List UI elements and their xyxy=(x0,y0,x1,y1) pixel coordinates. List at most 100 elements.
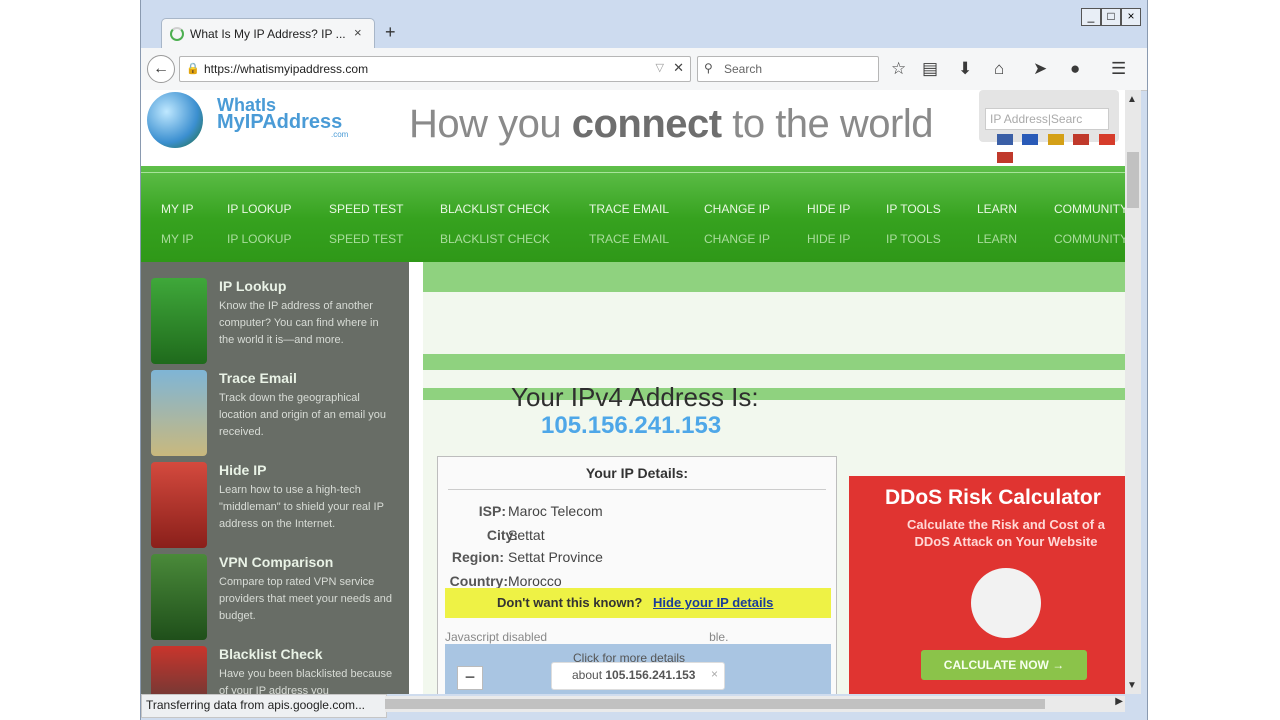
stripe xyxy=(423,262,1125,292)
menu-ghost-trace-email: TRACE EMAIL xyxy=(589,232,670,246)
ddos-ad[interactable]: DDoS Risk Calculator Calculate the Risk … xyxy=(849,476,1125,694)
main-menu: MY IP IP LOOKUP SPEED TEST BLACKLIST CHE… xyxy=(141,166,1125,262)
hscroll-thumb[interactable] xyxy=(385,699,1045,709)
tooltip-close-icon[interactable]: × xyxy=(711,667,718,681)
tagline: How you connect to the world xyxy=(409,102,934,147)
sidebar-item-title: VPN Comparison xyxy=(219,554,334,570)
url-bar[interactable]: 🔒 https://whatismyipaddress.com ▽ ✕ xyxy=(179,56,691,82)
home-icon[interactable]: ⌂ xyxy=(994,59,1004,79)
js-disabled-text: Javascript disabled ble. xyxy=(445,630,728,644)
back-button[interactable]: ← xyxy=(147,55,175,83)
flag-icon[interactable] xyxy=(1073,134,1090,145)
region-key: Region: xyxy=(451,549,504,565)
menu-community[interactable]: COMMUNITY xyxy=(1054,202,1125,216)
stop-icon[interactable]: ✕ xyxy=(673,60,684,76)
new-tab-button[interactable]: + xyxy=(385,22,396,43)
tagline-bold: connect xyxy=(571,102,722,146)
status-bar: Transferring data from apis.google.com..… xyxy=(141,694,387,718)
tooltip-ip: 105.156.241.153 xyxy=(605,668,696,682)
region-value: Settat Province xyxy=(508,549,603,565)
ip-address: 105.156.241.153 xyxy=(541,412,722,439)
flag-icon[interactable] xyxy=(997,152,1013,163)
left-margin xyxy=(0,0,140,720)
isp-key: ISP: xyxy=(478,503,506,519)
flag-icon[interactable] xyxy=(997,134,1013,145)
sidebar-item-desc: Have you been blacklisted because of you… xyxy=(219,668,393,694)
js-disabled-suffix: ble. xyxy=(709,630,729,644)
tab-close-icon[interactable]: × xyxy=(354,25,362,40)
menu-change-ip[interactable]: CHANGE IP xyxy=(704,202,770,216)
calculate-now-button[interactable]: CALCULATE NOW → xyxy=(921,650,1087,680)
country-key: Country: xyxy=(449,573,508,589)
sidebar-item-desc: Track down the geographical location and… xyxy=(219,392,386,438)
ddos-title: DDoS Risk Calculator xyxy=(885,486,1101,509)
map-tooltip-text: about 105.156.241.153 xyxy=(572,668,695,682)
menu-ghost-learn: LEARN xyxy=(977,232,1018,246)
calculator-icon xyxy=(971,568,1041,638)
hide-ip-details-link[interactable]: Hide your IP details xyxy=(653,595,773,610)
menu-ghost-community: COMMUNITY xyxy=(1054,232,1125,246)
search-placeholder: Search xyxy=(724,62,763,76)
flag-icon[interactable] xyxy=(1098,134,1115,145)
tab-whatismyip[interactable]: What Is My IP Address? IP ... × xyxy=(161,18,375,49)
sidebar-item-desc: Learn how to use a high-tech "middleman"… xyxy=(219,484,384,530)
menu-ghost-change-ip: CHANGE IP xyxy=(704,232,771,246)
hide-ip-icon xyxy=(151,462,207,548)
scroll-down-icon[interactable]: ▼ xyxy=(1127,680,1137,691)
download-icon[interactable]: ⬇ xyxy=(958,59,972,79)
url-text[interactable]: https://whatismyipaddress.com xyxy=(204,62,368,76)
ip-lookup-icon xyxy=(151,278,207,364)
lock-icon: 🔒 xyxy=(186,63,200,75)
vpn-icon xyxy=(151,554,207,640)
zoom-out-button[interactable]: − xyxy=(457,666,483,690)
search-input[interactable]: ⚲ Search xyxy=(697,56,879,82)
chat-icon[interactable]: ● xyxy=(1070,59,1080,79)
dropdown-arrow-icon[interactable]: ▽ xyxy=(656,61,664,74)
vertical-scrollbar[interactable]: ▲ ▼ xyxy=(1125,90,1141,694)
scroll-thumb[interactable] xyxy=(1127,152,1139,208)
flag-icon[interactable] xyxy=(1047,134,1064,145)
divider xyxy=(448,489,826,490)
close-window-button[interactable]: × xyxy=(1121,8,1141,26)
menu-ip-tools[interactable]: IP TOOLS xyxy=(886,202,941,216)
city-value: Settat xyxy=(508,527,545,543)
menu-trace-email[interactable]: TRACE EMAIL xyxy=(589,202,669,216)
site-logo[interactable]: WhatIs MyIPAddress .com xyxy=(145,90,349,170)
menu-my-ip[interactable]: MY IP xyxy=(161,202,193,216)
menu-ghost-blacklist-check: BLACKLIST CHECK xyxy=(440,232,550,246)
logo-com: .com xyxy=(331,130,349,139)
horizontal-scrollbar[interactable]: ▶ xyxy=(385,696,1125,712)
stripe xyxy=(423,354,1125,370)
map-icon xyxy=(151,370,207,456)
hide-question: Don't want this known? xyxy=(497,595,643,610)
reading-list-icon[interactable]: ▤ xyxy=(922,59,938,79)
browser-window: _ □ × What Is My IP Address? IP ... × + … xyxy=(140,0,1148,720)
country-value: Morocco xyxy=(508,573,562,589)
send-icon[interactable]: ➤ xyxy=(1033,59,1047,79)
scroll-right-icon[interactable]: ▶ xyxy=(1115,696,1123,707)
menu-ip-lookup[interactable]: IP LOOKUP xyxy=(227,202,291,216)
sidebar: IP Lookup Know the IP address of another… xyxy=(141,262,409,694)
maximize-button[interactable]: □ xyxy=(1101,8,1121,26)
scroll-up-icon[interactable]: ▲ xyxy=(1127,94,1137,105)
map-tooltip[interactable]: about 105.156.241.153 × xyxy=(551,662,725,690)
loading-spinner-icon xyxy=(170,27,184,41)
menu-ghost-ip-lookup: IP LOOKUP xyxy=(227,232,292,246)
menu-blacklist-check[interactable]: BLACKLIST CHECK xyxy=(440,202,550,216)
sidebar-item-title: Blacklist Check xyxy=(219,646,323,662)
menu-learn[interactable]: LEARN xyxy=(977,202,1017,216)
star-icon[interactable]: ☆ xyxy=(891,59,906,79)
flag-icon[interactable] xyxy=(1022,134,1039,145)
nav-toolbar: ← 🔒 https://whatismyipaddress.com ▽ ✕ ⚲ … xyxy=(141,48,1147,91)
menu-icon[interactable]: ☰ xyxy=(1111,59,1126,79)
minimize-button[interactable]: _ xyxy=(1081,8,1101,26)
site-search-input[interactable]: IP Address|Searc xyxy=(985,108,1109,130)
title-bar: _ □ × What Is My IP Address? IP ... × + xyxy=(141,0,1147,49)
menu-ghost-ip-tools: IP TOOLS xyxy=(886,232,941,246)
details-title: Your IP Details: xyxy=(585,465,689,481)
menu-top-rule xyxy=(141,166,1125,173)
ipv4-label: Your IPv4 Address Is: xyxy=(511,382,759,412)
tooltip-about: about xyxy=(572,668,606,682)
menu-hide-ip[interactable]: HIDE IP xyxy=(807,202,850,216)
menu-speed-test[interactable]: SPEED TEST xyxy=(329,202,403,216)
